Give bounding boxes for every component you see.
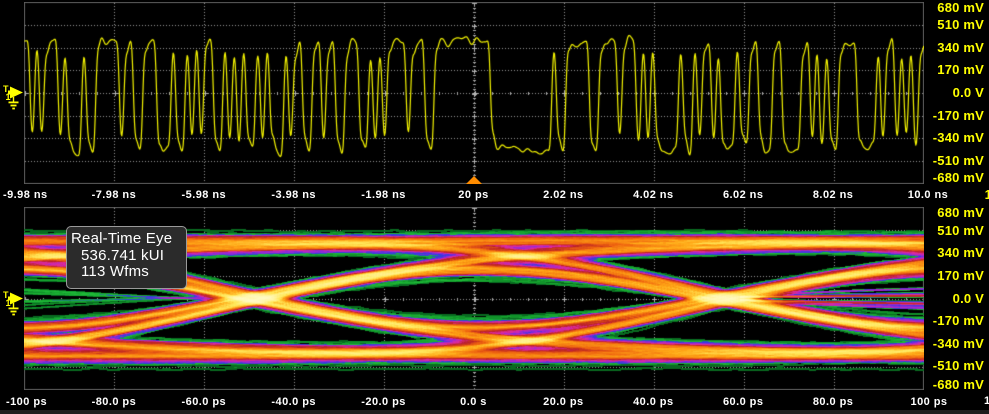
svg-text:1: 1 (6, 92, 11, 102)
svg-text:1: 1 (6, 298, 11, 308)
